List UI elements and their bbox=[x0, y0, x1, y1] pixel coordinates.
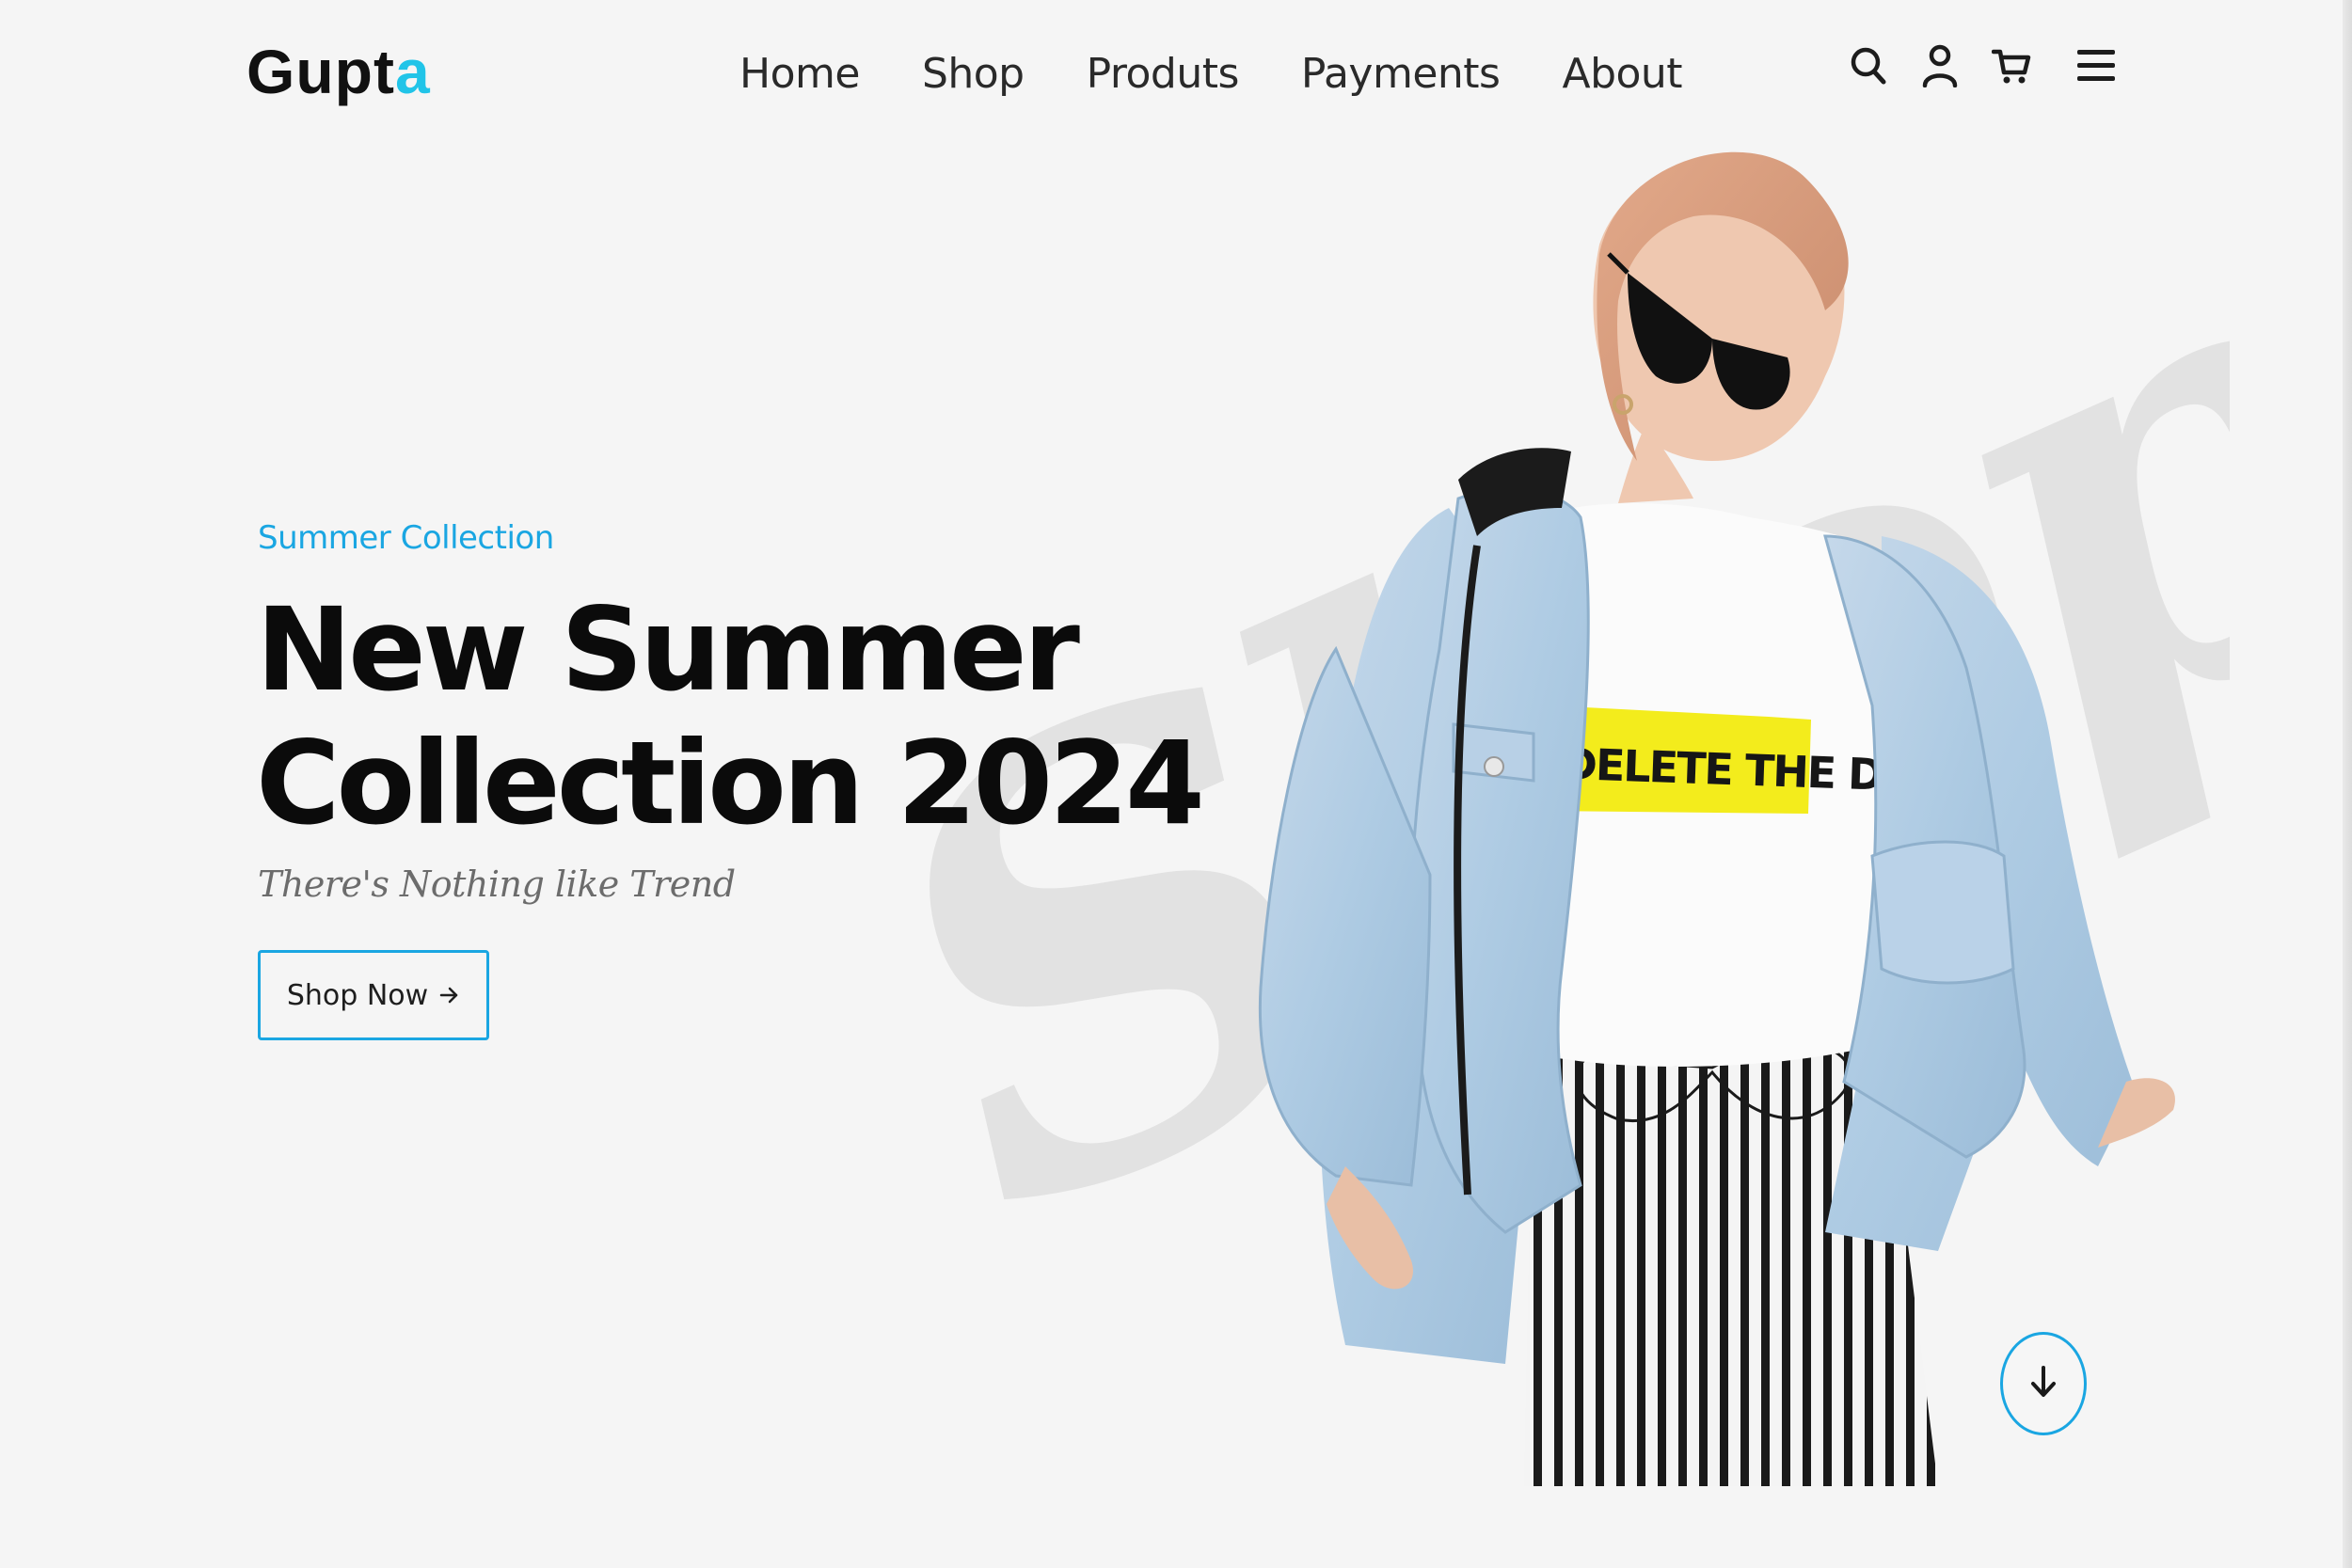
arrow-right-icon bbox=[439, 979, 460, 1012]
logo-text: Gupt bbox=[246, 37, 395, 106]
hero-title: New Summer Collection 2024 bbox=[256, 583, 1205, 850]
hero-eyebrow: Summer Collection bbox=[258, 519, 554, 557]
nav-item-payments[interactable]: Payments bbox=[1301, 41, 1501, 107]
arrow-down-icon bbox=[2029, 1365, 2058, 1403]
hero-subtitle: There's Nothing like Trend bbox=[258, 863, 736, 905]
nav-item-about[interactable]: About bbox=[1562, 41, 1682, 107]
window-edge bbox=[2343, 0, 2352, 1568]
hero-title-line-1: New Summer bbox=[256, 583, 1080, 717]
brand-logo[interactable]: Gupta bbox=[246, 34, 431, 109]
nav-item-home[interactable]: Home bbox=[739, 41, 860, 107]
landing-page: Shopnis Gupta Home Shop Produts Payments… bbox=[0, 0, 2352, 1568]
header-actions bbox=[1848, 41, 2117, 90]
search-icon[interactable] bbox=[1848, 43, 1889, 88]
logo-accent-letter: a bbox=[394, 37, 431, 106]
cart-icon[interactable] bbox=[1991, 43, 2032, 88]
hero-title-line-2: Collection 2024 bbox=[256, 717, 1205, 850]
main-nav: Home Shop Produts Payments About bbox=[739, 41, 1683, 107]
menu-icon[interactable] bbox=[2075, 43, 2117, 88]
scroll-down-button[interactable] bbox=[2000, 1332, 2087, 1435]
shop-now-button[interactable]: Shop Now bbox=[258, 950, 489, 1040]
nav-item-shop[interactable]: Shop bbox=[922, 41, 1025, 107]
user-icon[interactable] bbox=[1919, 43, 1961, 88]
nav-item-products[interactable]: Produts bbox=[1087, 41, 1240, 107]
shop-now-label: Shop Now bbox=[286, 978, 429, 1012]
hero-model-image: DELETE THE DRAM bbox=[1258, 151, 2175, 1486]
